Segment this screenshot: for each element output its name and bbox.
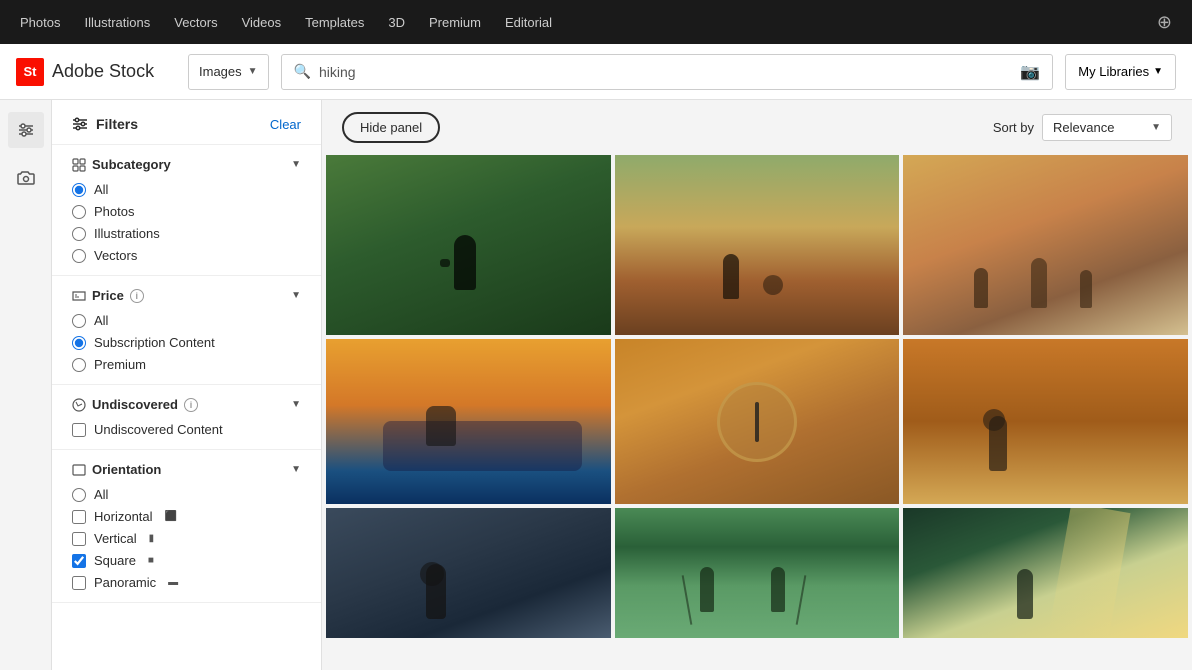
- undiscovered-chevron: ▼: [291, 399, 301, 410]
- nav-templates[interactable]: Templates: [305, 15, 364, 30]
- image-grid: [322, 155, 1192, 670]
- filter-section-orientation: Orientation ▼ All Horizontal ⬛ Vertical …: [52, 450, 321, 603]
- search-type-dropdown[interactable]: Images ▼: [188, 54, 269, 90]
- filter-header: Filters Clear: [52, 100, 321, 145]
- my-libraries-label: My Libraries: [1078, 64, 1149, 79]
- price-all[interactable]: All: [72, 313, 301, 328]
- image-item-7[interactable]: [326, 508, 611, 670]
- price-toggle[interactable]: Price i ▼: [72, 288, 301, 303]
- panoramic-icon: ▬: [168, 577, 178, 588]
- subcategory-title: Subcategory: [72, 157, 171, 172]
- logo-text: Adobe Stock: [52, 61, 154, 82]
- orientation-options: All Horizontal ⬛ Vertical ▮ Square ■: [72, 487, 301, 590]
- nav-editorial[interactable]: Editorial: [505, 15, 552, 30]
- my-libraries-button[interactable]: My Libraries ▼: [1065, 54, 1176, 90]
- subcategory-options: All Photos Illustrations Vectors: [72, 182, 301, 263]
- undiscovered-info-icon: i: [184, 398, 198, 412]
- filter-section-price: Price i ▼ All Subscription Content Premi…: [52, 276, 321, 385]
- price-info-icon: i: [130, 289, 144, 303]
- orientation-horizontal[interactable]: Horizontal ⬛: [72, 509, 301, 524]
- orientation-all[interactable]: All: [72, 487, 301, 502]
- filter-section-undiscovered: Undiscovered i ▼ Undiscovered Content: [52, 385, 321, 450]
- image-item-8[interactable]: [615, 508, 900, 670]
- chevron-down-icon: ▼: [1151, 122, 1161, 133]
- image-item-2[interactable]: [615, 155, 900, 335]
- nav-3d[interactable]: 3D: [388, 15, 405, 30]
- chevron-down-icon: ▼: [1153, 66, 1163, 77]
- image-item-6[interactable]: [903, 339, 1188, 504]
- logo-icon: St: [16, 58, 44, 86]
- orientation-panoramic[interactable]: Panoramic ▬: [72, 575, 301, 590]
- chevron-down-icon: ▼: [248, 66, 258, 77]
- image-item-3[interactable]: [903, 155, 1188, 335]
- content-toolbar: Hide panel Sort by Relevance ▼: [322, 100, 1192, 155]
- top-nav-right-icon[interactable]: ⊕: [1157, 12, 1172, 33]
- filter-title-area: Filters: [72, 116, 138, 132]
- undiscovered-content[interactable]: Undiscovered Content: [72, 422, 301, 437]
- image-item-4[interactable]: [326, 339, 611, 504]
- sort-area: Sort by Relevance ▼: [993, 114, 1172, 141]
- subcategory-toggle[interactable]: Subcategory ▼: [72, 157, 301, 172]
- filter-title: Filters: [96, 116, 138, 132]
- filter-panel: Filters Clear Subcategory ▼: [52, 100, 322, 670]
- search-icon: 🔍: [294, 63, 311, 80]
- content-area: Hide panel Sort by Relevance ▼: [322, 100, 1192, 670]
- nav-premium[interactable]: Premium: [429, 15, 481, 30]
- search-input[interactable]: [319, 64, 1012, 80]
- undiscovered-options: Undiscovered Content: [72, 422, 301, 437]
- subcategory-chevron: ▼: [291, 159, 301, 170]
- top-navigation: Photos Illustrations Vectors Videos Temp…: [0, 0, 1192, 44]
- search-bar: 🔍 📷: [281, 54, 1054, 90]
- sort-by-label: Sort by: [993, 120, 1034, 135]
- camera-icon-button[interactable]: [8, 160, 44, 196]
- price-subscription[interactable]: Subscription Content: [72, 335, 301, 350]
- horizontal-icon: ⬛: [165, 511, 177, 522]
- camera-search-icon[interactable]: 📷: [1020, 62, 1040, 82]
- square-icon: ■: [148, 555, 154, 566]
- orientation-vertical[interactable]: Vertical ▮: [72, 531, 301, 546]
- price-title: Price i: [72, 288, 144, 303]
- image-item-9[interactable]: [903, 508, 1188, 670]
- nav-videos[interactable]: Videos: [242, 15, 282, 30]
- price-premium[interactable]: Premium: [72, 357, 301, 372]
- sort-value: Relevance: [1053, 120, 1114, 135]
- search-type-label: Images: [199, 64, 242, 79]
- image-item-1[interactable]: [326, 155, 611, 335]
- subcategory-photos[interactable]: Photos: [72, 204, 301, 219]
- nav-illustrations[interactable]: Illustrations: [84, 15, 150, 30]
- price-chevron: ▼: [291, 290, 301, 301]
- subcategory-all[interactable]: All: [72, 182, 301, 197]
- header-bar: St Adobe Stock Images ▼ 🔍 📷 My Libraries…: [0, 44, 1192, 100]
- nav-vectors[interactable]: Vectors: [174, 15, 217, 30]
- image-item-5[interactable]: [615, 339, 900, 504]
- filter-toggle-button[interactable]: [8, 112, 44, 148]
- orientation-toggle[interactable]: Orientation ▼: [72, 462, 301, 477]
- filter-clear-button[interactable]: Clear: [270, 117, 301, 132]
- subcategory-vectors[interactable]: Vectors: [72, 248, 301, 263]
- logo-area: St Adobe Stock: [16, 58, 176, 86]
- orientation-square[interactable]: Square ■: [72, 553, 301, 568]
- vertical-icon: ▮: [149, 533, 155, 544]
- orientation-chevron: ▼: [291, 464, 301, 475]
- orientation-title: Orientation: [72, 462, 161, 477]
- nav-links: Photos Illustrations Vectors Videos Temp…: [20, 15, 552, 30]
- price-options: All Subscription Content Premium: [72, 313, 301, 372]
- filter-section-subcategory: Subcategory ▼ All Photos Illustrations: [52, 145, 321, 276]
- undiscovered-title: Undiscovered i: [72, 397, 198, 412]
- sort-dropdown[interactable]: Relevance ▼: [1042, 114, 1172, 141]
- main-layout: Filters Clear Subcategory ▼: [0, 100, 1192, 670]
- undiscovered-toggle[interactable]: Undiscovered i ▼: [72, 397, 301, 412]
- icon-bar: [0, 100, 52, 670]
- nav-photos[interactable]: Photos: [20, 15, 60, 30]
- hide-panel-button[interactable]: Hide panel: [342, 112, 440, 143]
- subcategory-illustrations[interactable]: Illustrations: [72, 226, 301, 241]
